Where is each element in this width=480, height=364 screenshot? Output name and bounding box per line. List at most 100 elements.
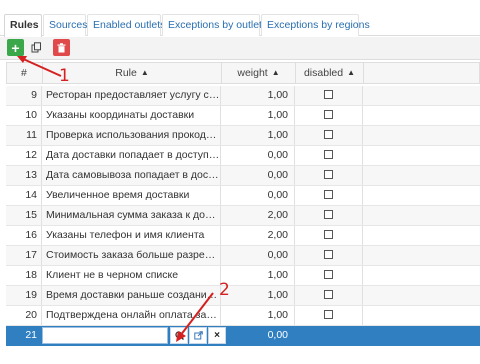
table-row[interactable]: 14 Увеличенное время доставки 0,00 xyxy=(6,186,480,206)
rule-name-cell[interactable]: Указаны координаты доставки xyxy=(42,106,221,125)
rule-name-cell[interactable]: Подтверждена онлайн оплата заказа xyxy=(42,306,221,325)
weight-cell[interactable]: 0,00 xyxy=(221,186,295,205)
weight-cell[interactable]: 1,00 xyxy=(221,266,295,285)
table-row[interactable]: 13Дата самовывоза попадает в доступный и… xyxy=(6,166,480,186)
rule-name-cell[interactable]: Проверка использования прокода на заказ xyxy=(42,126,221,145)
disabled-checkbox[interactable] xyxy=(324,310,333,319)
tab-exceptions-by-regions[interactable]: Exceptions by regions xyxy=(261,14,370,36)
search-icon xyxy=(174,331,184,340)
weight-cell[interactable]: 1,00 xyxy=(221,306,295,325)
disabled-checkbox[interactable] xyxy=(324,250,333,259)
weight-cell[interactable]: 0,00 xyxy=(221,146,295,165)
copy-button[interactable] xyxy=(28,39,45,56)
weight-cell[interactable]: 0,00 xyxy=(221,326,295,345)
column-header-weight-label: weight xyxy=(237,67,268,79)
tab-enabled-outlets[interactable]: Enabled outlets xyxy=(87,14,165,36)
lookup-open-button[interactable] xyxy=(189,327,207,344)
toolbar: + xyxy=(0,37,480,60)
grid-header: # Rule ▲︎ weight ▲ disabled ▲ xyxy=(6,62,480,84)
weight-cell[interactable]: 2,00 xyxy=(221,206,295,225)
disabled-cell xyxy=(295,86,363,105)
table-row[interactable]: 17Стоимость заказа больше разрешенной0,0… xyxy=(6,246,480,266)
column-header-num[interactable]: # xyxy=(7,63,43,83)
sort-icon: ▲︎ xyxy=(140,68,149,77)
rule-name-cell[interactable]: Дата доставки попадает в доступный интер… xyxy=(42,146,221,165)
trash-icon xyxy=(57,42,66,52)
row-number: 17 xyxy=(6,246,42,265)
column-header-disabled[interactable]: disabled ▲ xyxy=(296,63,364,83)
disabled-cell xyxy=(295,306,363,325)
tab-sources[interactable]: Sources xyxy=(43,14,88,36)
add-button[interactable]: + xyxy=(7,39,24,56)
row-number: 13 xyxy=(6,166,42,185)
disabled-checkbox[interactable] xyxy=(324,130,333,139)
row-number: 20 xyxy=(6,306,42,325)
column-header-weight[interactable]: weight ▲ xyxy=(222,63,296,83)
delete-button[interactable] xyxy=(53,39,70,56)
lookup-search-button[interactable] xyxy=(170,327,188,344)
disabled-checkbox[interactable] xyxy=(324,170,333,179)
rule-name-cell[interactable]: Стоимость заказа больше разрешенной xyxy=(42,246,221,265)
table-row[interactable]: 11Проверка использования прокода на зака… xyxy=(6,126,480,146)
rule-name-cell[interactable]: Указаны телефон и имя клиента xyxy=(42,226,221,245)
table-row[interactable]: 19Время доставки раньше создания заказа1… xyxy=(6,286,480,306)
sort-icon: ▲ xyxy=(271,68,280,77)
tab-exceptions-by-outlets[interactable]: Exceptions by outlets xyxy=(162,14,267,36)
rule-lookup-input[interactable] xyxy=(42,327,168,344)
disabled-checkbox[interactable] xyxy=(324,210,333,219)
rule-name-cell[interactable]: Минимальная сумма заказа к доставке xyxy=(42,206,221,225)
disabled-cell xyxy=(295,186,363,205)
weight-cell[interactable]: 1,00 xyxy=(221,106,295,125)
row-number: 18 xyxy=(6,266,42,285)
column-header-disabled-label: disabled xyxy=(303,67,344,79)
disabled-cell xyxy=(295,246,363,265)
row-number: 10 xyxy=(6,106,42,125)
disabled-cell xyxy=(295,286,363,305)
row-number: 14 xyxy=(6,186,42,205)
rule-name-cell[interactable]: Дата самовывоза попадает в доступный инт… xyxy=(42,166,221,185)
table-row[interactable]: 9Ресторан предоставляет услугу самовывоз… xyxy=(6,86,480,106)
table-row[interactable]: 16 Указаны телефон и имя клиента 2,00 xyxy=(6,226,480,246)
tab-bar: Rules Sources Enabled outlets Exceptions… xyxy=(0,14,480,37)
disabled-cell xyxy=(295,326,363,345)
disabled-cell xyxy=(295,266,363,285)
weight-cell[interactable]: 1,00 xyxy=(221,86,295,105)
annotation-label-2: 2 xyxy=(219,280,230,300)
disabled-checkbox[interactable] xyxy=(324,230,333,239)
sort-icon: ▲ xyxy=(347,68,356,77)
tab-rules[interactable]: Rules xyxy=(4,14,42,37)
rule-name-cell[interactable]: Время доставки раньше создания заказа xyxy=(42,286,221,305)
disabled-checkbox[interactable] xyxy=(324,290,333,299)
weight-cell[interactable]: 1,00 xyxy=(221,286,295,305)
disabled-checkbox[interactable] xyxy=(324,90,333,99)
column-header-rule[interactable]: Rule ▲︎ xyxy=(43,63,222,83)
disabled-checkbox[interactable] xyxy=(324,270,333,279)
table-row[interactable]: 15 Минимальная сумма заказа к доставке 2,0… xyxy=(6,206,480,226)
plus-icon: + xyxy=(11,39,20,56)
row-number: 9 xyxy=(6,86,42,105)
row-number: 19 xyxy=(6,286,42,305)
weight-cell[interactable]: 1,00 xyxy=(221,126,295,145)
disabled-checkbox[interactable] xyxy=(324,110,333,119)
weight-cell[interactable]: 2,00 xyxy=(221,226,295,245)
disabled-checkbox[interactable] xyxy=(324,190,333,199)
table-row[interactable]: 18 Клиент не в черном списке 1,00 xyxy=(6,266,480,286)
rule-name-cell[interactable]: Клиент не в черном списке xyxy=(42,266,221,285)
rule-name-cell[interactable]: Увеличенное время доставки xyxy=(42,186,221,205)
table-row-selected[interactable]: 21 × 0,00 xyxy=(6,326,480,346)
table-row[interactable]: 10 Указаны координаты доставки 1,00 xyxy=(6,106,480,126)
open-external-icon xyxy=(193,331,203,340)
rule-name-cell[interactable]: Ресторан предоставляет услугу самовывоза xyxy=(42,86,221,105)
disabled-checkbox[interactable] xyxy=(324,150,333,159)
weight-cell[interactable]: 0,00 xyxy=(221,166,295,185)
disabled-cell xyxy=(295,146,363,165)
row-number: 16 xyxy=(6,226,42,245)
disabled-cell xyxy=(295,206,363,225)
table-row[interactable]: 12Дата доставки попадает в доступный инт… xyxy=(6,146,480,166)
disabled-cell xyxy=(295,106,363,125)
row-number: 12 xyxy=(6,146,42,165)
table-row[interactable]: 20 Подтверждена онлайн оплата заказа 1,00 xyxy=(6,306,480,326)
disabled-cell xyxy=(295,226,363,245)
weight-cell[interactable]: 0,00 xyxy=(221,246,295,265)
close-icon: × xyxy=(214,330,220,341)
